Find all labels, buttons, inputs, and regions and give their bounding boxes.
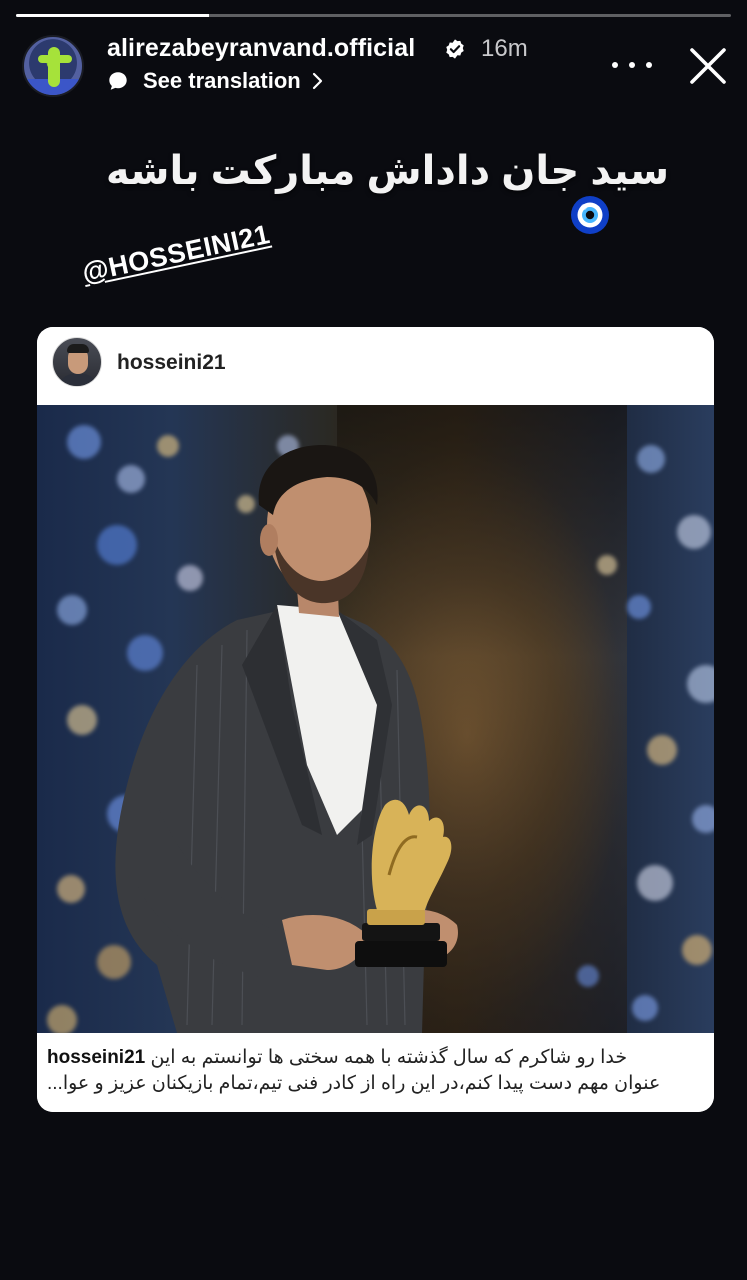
shared-post-caption[interactable]: خدا رو شاکرم که سال گذشته با همه سختی ها… [37, 1033, 714, 1112]
verified-badge-icon [446, 39, 464, 59]
close-icon[interactable] [686, 44, 730, 88]
shared-post-header: hosseini21 [37, 327, 714, 405]
shared-post-username[interactable]: hosseini21 [117, 351, 226, 375]
caption-line-2: عنوان مهم دست پیدا کنم،در این راه از کاد… [47, 1073, 661, 1094]
chevron-right-icon [312, 72, 322, 90]
speech-bubble-icon [109, 72, 127, 90]
story-progress-bar [16, 14, 731, 17]
post-time: 16m [481, 35, 528, 62]
see-translation-button[interactable]: See translation [107, 68, 323, 94]
story-caption: سید جان داداش مبارکت باشه [0, 148, 747, 194]
mention-sticker[interactable]: @HOSSEINI21 [80, 219, 273, 289]
more-options-button[interactable] [612, 52, 652, 78]
more-dots-icon [612, 62, 618, 68]
story-progress-fill [16, 14, 210, 17]
user-avatar[interactable] [22, 35, 84, 97]
story-caption-text: سید جان داداش مبارکت باشه [105, 149, 670, 193]
caption-text-1: خدا رو شاکرم که سال گذشته با همه سختی ها… [150, 1047, 628, 1068]
evil-eye-emoji-icon [571, 196, 609, 234]
shared-post-photo[interactable] [37, 405, 714, 1033]
story-viewer[interactable]: alirezabeyranvand.official 16m See trans… [0, 0, 747, 1280]
caption-line-1: خدا رو شاکرم که سال گذشته با همه سختی ها… [47, 1045, 694, 1071]
shared-post-card[interactable]: hosseini21 خدا رو شاکرم که سال گذشته با … [37, 327, 714, 1112]
caption-username: hosseini21 [47, 1047, 146, 1068]
shared-post-avatar[interactable] [52, 337, 102, 387]
see-translation-label: See translation [143, 68, 301, 93]
username[interactable]: alirezabeyranvand.official [107, 34, 415, 63]
player-with-trophy-image [115, 445, 458, 1033]
